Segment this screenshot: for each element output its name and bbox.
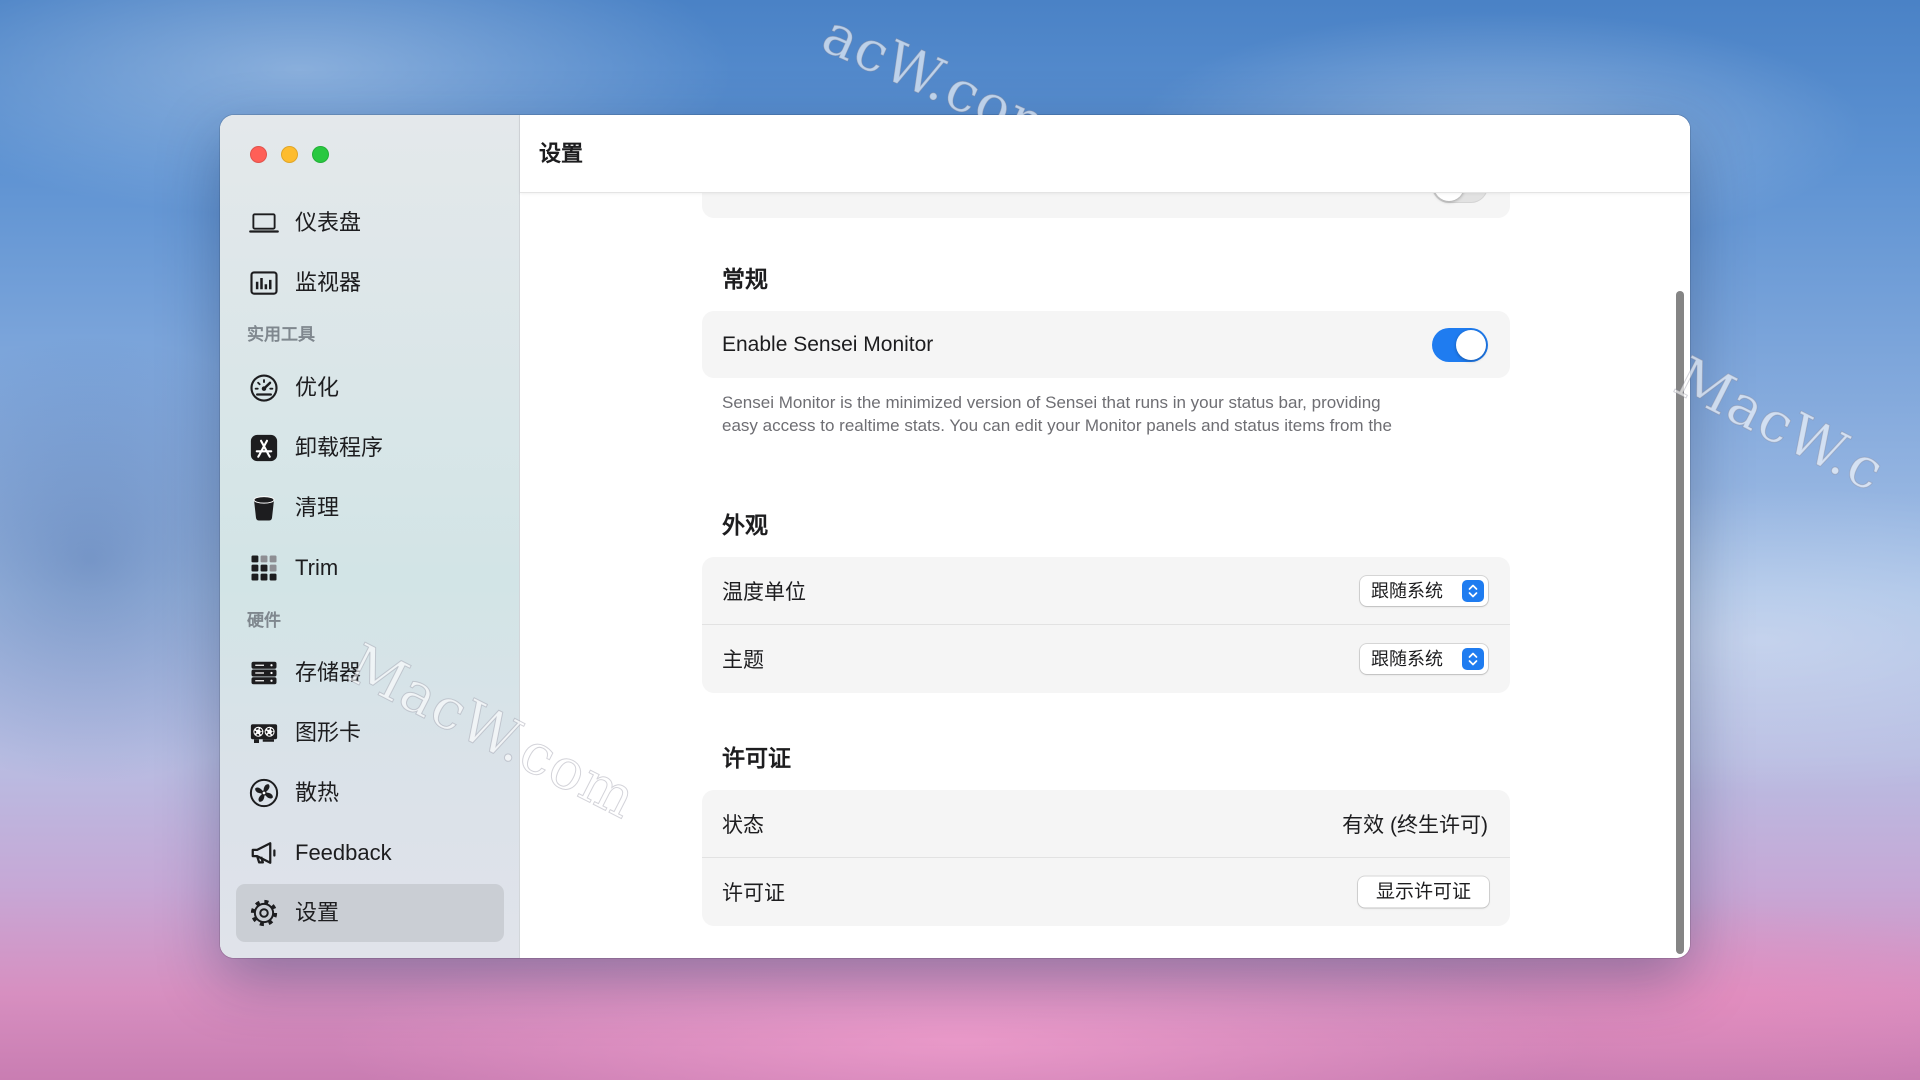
temperature-unit-select[interactable]: 跟随系统: [1360, 576, 1488, 606]
show-license-button[interactable]: 显示许可证: [1358, 876, 1489, 908]
up-down-chevron-icon: [1462, 580, 1484, 602]
title-bar: 设置: [520, 115, 1690, 193]
app-window: 仪表盘 监视器 实用工具 优化 卸载程序 清理 Trim 硬件 存储器 图形卡 …: [220, 115, 1690, 958]
gear-icon: [249, 898, 279, 928]
appearance-card: 温度单位 跟随系统 主题 跟随系统: [702, 557, 1510, 693]
section-heading-license: 许可证: [722, 745, 791, 771]
enable-monitor-label: Enable Sensei Monitor: [722, 332, 934, 356]
toggle-knob: [1434, 193, 1464, 201]
fan-icon: [249, 778, 279, 808]
sidebar-item-label: 仪表盘: [295, 210, 362, 235]
trash-bin-icon: [249, 493, 279, 523]
toggle-switch[interactable]: [1432, 193, 1488, 203]
toggle-knob: [1456, 329, 1486, 360]
sidebar-item-storage[interactable]: 存储器: [236, 644, 504, 702]
graphics-card-icon: [249, 718, 279, 748]
settings-scroll-area[interactable]: 常规 Enable Sensei Monitor Sensei Monitor …: [520, 193, 1690, 958]
license-row: 许可证 显示许可证: [702, 858, 1510, 926]
license-status-row: 状态 有效 (终生许可): [702, 790, 1510, 858]
minimize-window-button[interactable]: [281, 146, 298, 163]
sidebar: 仪表盘 监视器 实用工具 优化 卸载程序 清理 Trim 硬件 存储器 图形卡 …: [220, 115, 520, 958]
sidebar-item-label: 设置: [295, 900, 340, 925]
sidebar-item-label: 存储器: [295, 660, 362, 685]
vertical-scrollbar[interactable]: [1676, 291, 1684, 954]
storage-drives-icon: [249, 658, 279, 688]
sidebar-item-dashboard[interactable]: 仪表盘: [236, 194, 504, 252]
sidebar-item-optimize[interactable]: 优化: [236, 359, 504, 417]
sidebar-item-monitor[interactable]: 监视器: [236, 254, 504, 312]
section-heading-general: 常规: [722, 266, 768, 292]
sidebar-item-label: 优化: [295, 375, 340, 400]
theme-select[interactable]: 跟随系统: [1360, 644, 1488, 674]
app-store-icon: [249, 433, 279, 463]
sidebar-item-cleaner[interactable]: 清理: [236, 479, 504, 537]
enable-monitor-toggle[interactable]: [1432, 327, 1488, 362]
chart-bars-icon: [249, 268, 279, 298]
sidebar-item-settings[interactable]: 设置: [236, 884, 504, 942]
close-window-button[interactable]: [250, 146, 267, 163]
megaphone-icon: [249, 838, 279, 868]
enable-monitor-description: easy access to realtime stats. You can e…: [722, 416, 1392, 435]
sidebar-item-uninstaller[interactable]: 卸载程序: [236, 419, 504, 477]
sidebar-item-label: Feedback: [295, 840, 392, 865]
theme-row: 主题 跟随系统: [702, 625, 1510, 693]
theme-label: 主题: [722, 649, 764, 672]
watermark-text: MacW.c: [1664, 344, 1895, 505]
up-down-chevron-icon: [1462, 648, 1484, 670]
sidebar-item-trim[interactable]: Trim: [236, 539, 504, 597]
select-value: 跟随系统: [1371, 581, 1443, 601]
section-heading-appearance: 外观: [722, 512, 768, 538]
sidebar-item-graphics[interactable]: 图形卡: [236, 704, 504, 762]
sidebar-section-header: 实用工具: [247, 325, 315, 344]
zoom-window-button[interactable]: [312, 146, 329, 163]
settings-card-partial: [702, 193, 1510, 218]
license-status-value: 有效 (终生许可): [1342, 814, 1488, 837]
page-title: 设置: [539, 141, 584, 166]
select-value: 跟随系统: [1371, 649, 1443, 669]
main-panel: 设置 常规 Enable Sensei Monitor Sensei Monit…: [520, 115, 1690, 958]
sidebar-item-label: 监视器: [295, 270, 362, 295]
gauge-icon: [249, 373, 279, 403]
sidebar-item-feedback[interactable]: Feedback: [236, 824, 504, 882]
desktop-wallpaper: 仪表盘 监视器 实用工具 优化 卸载程序 清理 Trim 硬件 存储器 图形卡 …: [0, 0, 1920, 1080]
license-label: 许可证: [722, 882, 785, 905]
sidebar-item-label: Trim: [295, 555, 339, 580]
temperature-unit-label: 温度单位: [722, 581, 806, 604]
grid-icon: [249, 553, 279, 583]
license-card: 状态 有效 (终生许可) 许可证 显示许可证: [702, 790, 1510, 926]
enable-monitor-card: Enable Sensei Monitor: [702, 311, 1510, 378]
laptop-icon: [249, 208, 279, 238]
temperature-unit-row: 温度单位 跟随系统: [702, 557, 1510, 625]
sidebar-item-label: 散热: [295, 780, 340, 805]
sidebar-item-label: 图形卡: [295, 720, 362, 745]
sidebar-item-label: 卸载程序: [295, 435, 384, 460]
license-status-label: 状态: [722, 814, 764, 837]
sidebar-section-header: 硬件: [247, 611, 281, 630]
sidebar-item-cooling[interactable]: 散热: [236, 764, 504, 822]
sidebar-item-label: 清理: [295, 495, 340, 520]
enable-monitor-description: Sensei Monitor is the minimized version …: [722, 393, 1381, 412]
